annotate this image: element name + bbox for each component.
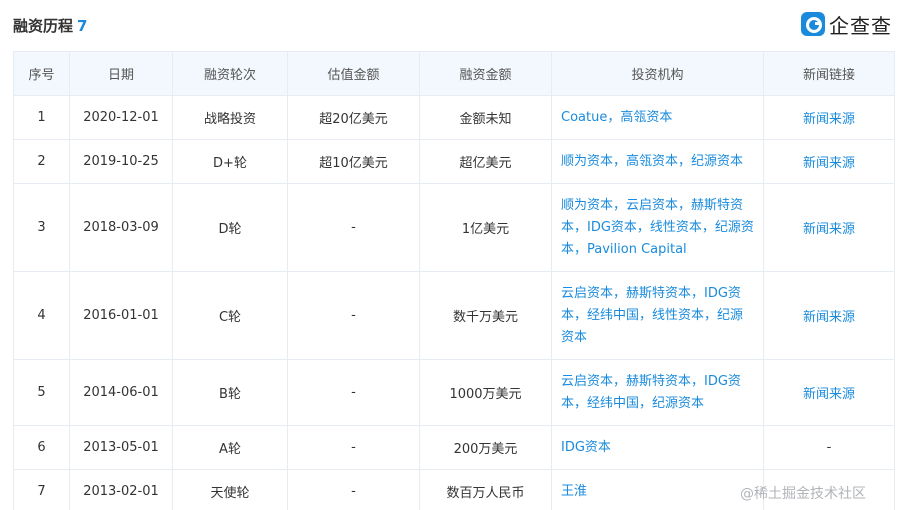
title-text: 融资历程 — [13, 17, 74, 35]
cell-round: 天使轮 — [172, 469, 288, 510]
cell-date: 2014-06-01 — [69, 359, 173, 426]
news-link[interactable]: 新闻来源 — [763, 183, 895, 272]
cell-valuation: 超20亿美元 — [287, 95, 420, 140]
brand-name: 企查查 — [829, 13, 892, 38]
table-row: 4 2016-01-01 C轮 - 数千万美元 云启资本，赫斯特资本，IDG资本… — [13, 271, 895, 360]
section-title: 融资历程 7 — [13, 15, 87, 36]
watermark-text: @稀土掘金技术社区 — [740, 486, 866, 502]
cell-no: 5 — [13, 359, 70, 426]
record-count: 7 — [77, 17, 88, 35]
cell-amount: 1亿美元 — [419, 183, 552, 272]
cell-valuation: - — [287, 359, 420, 426]
cell-amount: 数百万人民币 — [419, 469, 552, 510]
news-link[interactable]: 新闻来源 — [763, 95, 895, 140]
cell-date: 2019-10-25 — [69, 139, 173, 184]
section-header: 融资历程 7 企查查 — [0, 0, 909, 50]
news-link[interactable]: 新闻来源 — [763, 271, 895, 360]
column-header-news: 新闻链接 — [763, 51, 895, 96]
cell-date: 2018-03-09 — [69, 183, 173, 272]
cell-investors[interactable]: 顺为资本，云启资本，赫斯特资本，IDG资本，线性资本，纪源资本，Pavilion… — [551, 183, 764, 272]
cell-investors[interactable]: IDG资本 — [551, 425, 764, 470]
column-header-amount: 融资金额 — [419, 51, 552, 96]
cell-amount: 超亿美元 — [419, 139, 552, 184]
cell-no: 2 — [13, 139, 70, 184]
cell-amount: 1000万美元 — [419, 359, 552, 426]
cell-date: 2013-05-01 — [69, 425, 173, 470]
cell-amount: 数千万美元 — [419, 271, 552, 360]
cell-round: D轮 — [172, 183, 288, 272]
column-header-date: 日期 — [69, 51, 173, 96]
cell-news: - — [763, 425, 895, 470]
news-link[interactable]: 新闻来源 — [763, 139, 895, 184]
cell-investors[interactable]: 顺为资本，高瓴资本，纪源资本 — [551, 139, 764, 184]
cell-investors[interactable]: 王淮 — [551, 469, 764, 510]
column-header-no: 序号 — [13, 51, 70, 96]
cell-no: 7 — [13, 469, 70, 510]
cell-amount: 金额未知 — [419, 95, 552, 140]
cell-date: 2013-02-01 — [69, 469, 173, 510]
cell-investors[interactable]: Coatue，高瓴资本 — [551, 95, 764, 140]
news-link[interactable]: 新闻来源 — [763, 359, 895, 426]
cell-no: 3 — [13, 183, 70, 272]
cell-round: D+轮 — [172, 139, 288, 184]
cell-valuation: - — [287, 271, 420, 360]
cell-amount: 200万美元 — [419, 425, 552, 470]
column-header-valuation: 估值金额 — [287, 51, 420, 96]
qichacha-icon — [801, 12, 825, 36]
cell-date: 2016-01-01 — [69, 271, 173, 360]
cell-no: 1 — [13, 95, 70, 140]
cell-no: 6 — [13, 425, 70, 470]
cell-investors[interactable]: 云启资本，赫斯特资本，IDG资本，经纬中国，纪源资本 — [551, 359, 764, 426]
cell-valuation: 超10亿美元 — [287, 139, 420, 184]
cell-round: B轮 — [172, 359, 288, 426]
table-header-row: 序号 日期 融资轮次 估值金额 融资金额 投资机构 新闻链接 — [13, 51, 895, 96]
column-header-round: 融资轮次 — [172, 51, 288, 96]
table-row: 6 2013-05-01 A轮 - 200万美元 IDG资本 - — [13, 425, 895, 470]
table-row: 1 2020-12-01 战略投资 超20亿美元 金额未知 Coatue，高瓴资… — [13, 95, 895, 140]
cell-valuation: - — [287, 183, 420, 272]
cell-no: 4 — [13, 271, 70, 360]
cell-round: A轮 — [172, 425, 288, 470]
watermark: @稀土掘金技术社区 — [740, 483, 866, 503]
financing-table: 序号 日期 融资轮次 估值金额 融资金额 投资机构 新闻链接 1 2020-12… — [13, 51, 895, 510]
cell-round: C轮 — [172, 271, 288, 360]
cell-round: 战略投资 — [172, 95, 288, 140]
table-row: 3 2018-03-09 D轮 - 1亿美元 顺为资本，云启资本，赫斯特资本，I… — [13, 183, 895, 272]
cell-valuation: - — [287, 469, 420, 510]
table-row: 5 2014-06-01 B轮 - 1000万美元 云启资本，赫斯特资本，IDG… — [13, 359, 895, 426]
column-header-investors: 投资机构 — [551, 51, 764, 96]
cell-investors[interactable]: 云启资本，赫斯特资本，IDG资本，经纬中国，线性资本，纪源资本 — [551, 271, 764, 360]
table-row: 2 2019-10-25 D+轮 超10亿美元 超亿美元 顺为资本，高瓴资本，纪… — [13, 139, 895, 184]
cell-valuation: - — [287, 425, 420, 470]
brand-logo: 企查查 — [801, 10, 892, 38]
cell-date: 2020-12-01 — [69, 95, 173, 140]
